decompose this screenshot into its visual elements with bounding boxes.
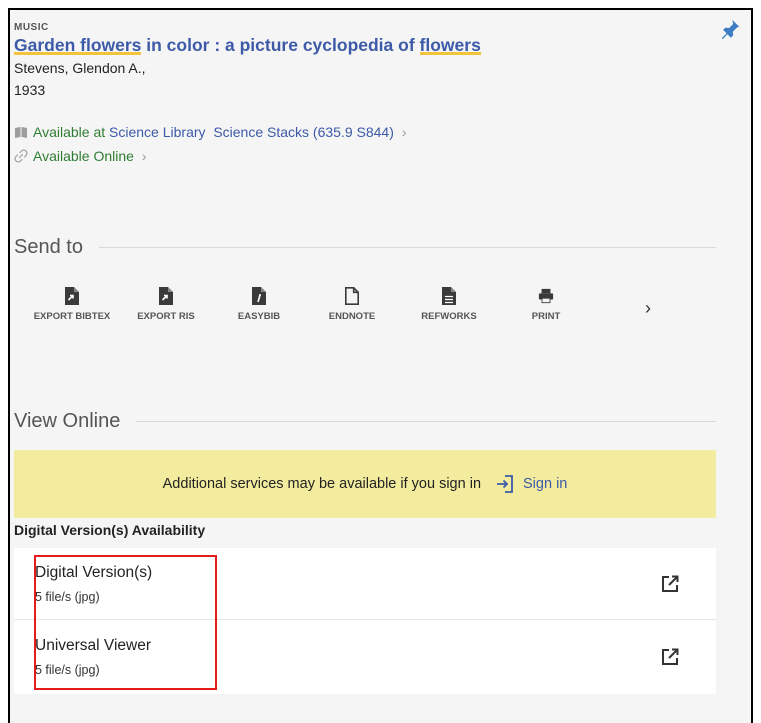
pin-icon[interactable] bbox=[719, 18, 741, 40]
refworks-button[interactable]: REFWORKS bbox=[409, 287, 489, 324]
digital-link-row[interactable]: Digital Version(s) 5 file/s (jpg) bbox=[14, 548, 716, 620]
send-item-label: EASYBIB bbox=[237, 311, 281, 322]
physical-availability-link[interactable]: Available at Science Library Science Sta… bbox=[14, 124, 407, 140]
online-availability-label: Available Online bbox=[33, 148, 134, 164]
chevron-right-icon: › bbox=[141, 148, 147, 164]
resource-type-label: MUSIC bbox=[14, 22, 49, 33]
export-bibtex-button[interactable]: EXPORT BIBTEX bbox=[32, 287, 112, 324]
title-highlight-term[interactable]: flowers bbox=[419, 35, 481, 55]
record-title[interactable]: Garden flowers in color : a picture cycl… bbox=[14, 35, 481, 56]
send-item-label: ENDNOTE bbox=[328, 311, 376, 322]
file-export-icon bbox=[65, 287, 79, 305]
print-button[interactable]: PRINT bbox=[506, 287, 586, 324]
record-year: 1933 bbox=[14, 82, 46, 98]
open-external-icon[interactable] bbox=[660, 574, 680, 594]
easybib-button[interactable]: EASYBIB bbox=[219, 287, 299, 324]
link-icon bbox=[14, 149, 28, 163]
availability-status: Available at bbox=[33, 124, 106, 140]
digital-link-meta: 5 file/s (jpg) bbox=[35, 663, 100, 677]
view-online-title: View Online bbox=[14, 410, 121, 432]
file-export-icon bbox=[159, 287, 173, 305]
signin-banner: Additional services may be available if … bbox=[14, 450, 716, 518]
file-easybib-icon bbox=[252, 287, 266, 305]
view-online-heading: View Online bbox=[14, 410, 716, 433]
export-ris-button[interactable]: EXPORT RIS bbox=[126, 287, 206, 324]
digital-availability-heading: Digital Version(s) Availability bbox=[14, 522, 206, 538]
availability-library: Science Library bbox=[109, 124, 206, 140]
send-to-title: Send to bbox=[14, 236, 83, 258]
send-item-label: REFWORKS bbox=[421, 311, 477, 322]
file-outline-icon bbox=[345, 287, 359, 305]
signin-message: Additional services may be available if … bbox=[162, 476, 482, 492]
book-icon bbox=[14, 125, 28, 139]
sign-in-icon bbox=[497, 475, 513, 493]
open-external-icon[interactable] bbox=[660, 647, 680, 667]
title-middle-text[interactable]: in color : a picture cyclopedia of bbox=[141, 35, 419, 55]
endnote-button[interactable]: ENDNOTE bbox=[312, 287, 392, 324]
record-author: Stevens, Glendon A., bbox=[14, 60, 146, 76]
divider bbox=[136, 421, 716, 422]
chevron-right-icon: › bbox=[401, 124, 407, 140]
digital-link-row[interactable]: Universal Viewer 5 file/s (jpg) bbox=[14, 621, 716, 693]
file-lines-icon bbox=[442, 287, 456, 305]
online-availability-link[interactable]: Available Online › bbox=[14, 148, 147, 164]
digital-link-name[interactable]: Universal Viewer bbox=[35, 637, 151, 655]
send-to-heading: Send to bbox=[14, 236, 716, 259]
send-item-label: EXPORT BIBTEX bbox=[33, 311, 111, 322]
send-item-label: PRINT bbox=[531, 311, 561, 322]
printer-icon bbox=[538, 288, 554, 304]
title-highlight-term[interactable]: Garden flowers bbox=[14, 35, 142, 55]
digital-links-list: Digital Version(s) 5 file/s (jpg) Univer… bbox=[14, 548, 716, 694]
divider bbox=[98, 247, 716, 248]
sign-in-button[interactable]: Sign in bbox=[495, 474, 567, 494]
digital-link-meta: 5 file/s (jpg) bbox=[35, 590, 100, 604]
digital-link-name[interactable]: Digital Version(s) bbox=[35, 564, 152, 582]
send-item-label: EXPORT RIS bbox=[137, 311, 195, 322]
availability-location: Science Stacks (635.9 S844) bbox=[213, 124, 394, 140]
chevron-right-icon[interactable]: › bbox=[645, 298, 651, 319]
sign-in-label: Sign in bbox=[523, 476, 568, 492]
